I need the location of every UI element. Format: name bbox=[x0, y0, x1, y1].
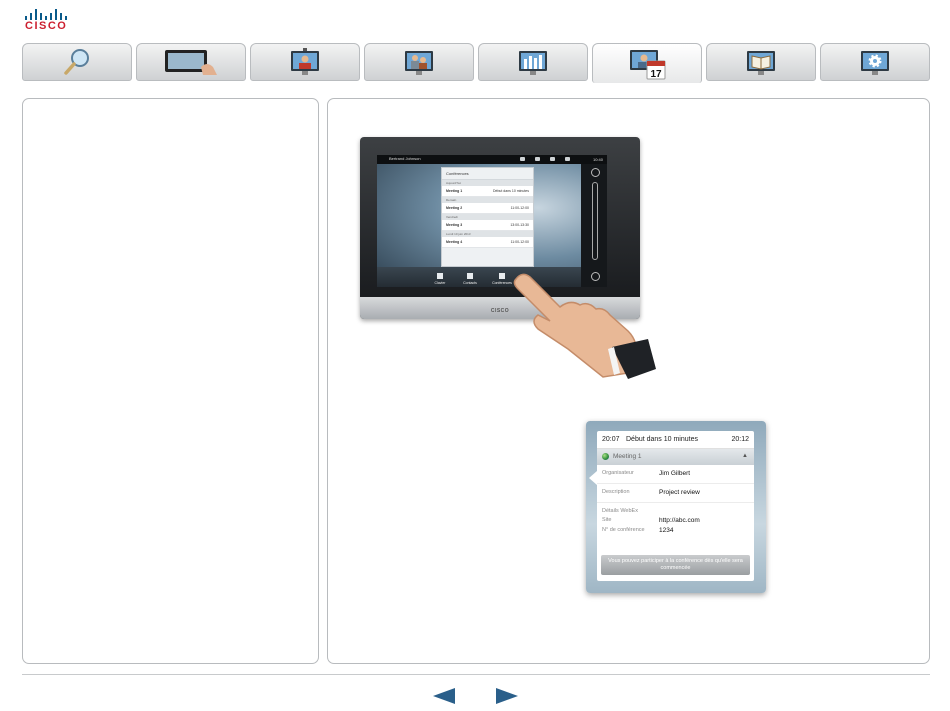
meeting-row[interactable]: Meeting 3 13:00-13:30 bbox=[442, 220, 533, 231]
popup-pointer bbox=[589, 471, 597, 485]
join-disabled-button[interactable]: Vous pouvez participer à la conférence d… bbox=[601, 555, 750, 575]
person-on-monitor-icon bbox=[291, 48, 319, 75]
settings-icon bbox=[565, 157, 570, 161]
collapse-caret-icon: ▲ bbox=[742, 453, 748, 459]
tab-settings[interactable] bbox=[820, 43, 930, 81]
next-page-arrow-icon[interactable] bbox=[496, 688, 518, 704]
device-screen: Bertrand Johnson 10:40 Conférences Aujou… bbox=[377, 155, 607, 287]
left-text-panel bbox=[22, 98, 319, 664]
gear-monitor-icon bbox=[861, 51, 889, 75]
webex-globe-icon bbox=[602, 453, 609, 460]
conference-list: Conférences Aujourd'hui Meeting 1 Début d… bbox=[441, 167, 534, 267]
meeting-status: Début dans 10 minutes bbox=[626, 436, 698, 443]
previous-page-arrow-icon[interactable] bbox=[433, 688, 455, 704]
conference-list-title: Conférences bbox=[442, 168, 533, 180]
organizer-field: Organisateur Jim Gilbert bbox=[597, 465, 754, 484]
tab-video-call[interactable] bbox=[250, 43, 360, 81]
logo-bars bbox=[25, 8, 69, 20]
mute-icon[interactable] bbox=[591, 168, 600, 177]
keypad-icon bbox=[437, 273, 443, 279]
two-persons-monitor-icon bbox=[405, 51, 433, 75]
selfview-icon bbox=[550, 157, 555, 161]
description-field: Description Project review bbox=[597, 484, 754, 503]
footer-divider bbox=[22, 674, 930, 675]
end-time: 20:12 bbox=[731, 436, 749, 443]
conference-number-field: N° de conférence 1234 bbox=[602, 527, 674, 534]
calendar-icon bbox=[499, 273, 505, 279]
meeting-title-row[interactable]: Meeting 1 ▲ bbox=[597, 449, 754, 465]
meeting-name: Meeting 1 bbox=[613, 453, 642, 460]
chapter-tabs: 17 bbox=[22, 43, 930, 83]
pointing-hand-icon bbox=[513, 273, 656, 379]
volume-slider[interactable] bbox=[592, 182, 598, 260]
meeting-row[interactable]: Meeting 4 11:00-12:00 bbox=[442, 237, 533, 248]
device-top-bar: Bertrand Johnson 10:40 bbox=[377, 155, 607, 164]
layout-icon bbox=[520, 157, 525, 161]
webex-section-label: Détails WebEx bbox=[602, 508, 638, 514]
illustration-panel: Bertrand Johnson 10:40 Conférences Aujou… bbox=[327, 98, 930, 664]
touch-screen-icon bbox=[165, 50, 217, 75]
camera-icon bbox=[535, 157, 540, 161]
person-icon bbox=[467, 273, 473, 279]
meeting-detail-popup: 20:07 Début dans 10 minutes 20:12 Meetin… bbox=[586, 421, 766, 593]
nav-keypad[interactable]: Clavier bbox=[425, 273, 455, 285]
device-clock: 10:40 bbox=[592, 157, 603, 162]
start-time: 20:07 bbox=[602, 436, 620, 443]
tab-presentation[interactable] bbox=[478, 43, 588, 81]
webex-site-field: Site http://abc.com bbox=[602, 517, 700, 524]
logo-text: CISCO bbox=[25, 20, 68, 32]
magnifier-icon bbox=[64, 49, 89, 75]
device-user-name: Bertrand Johnson bbox=[389, 156, 421, 161]
meeting-row[interactable]: Meeting 1 Début dans 10 minutes bbox=[442, 186, 533, 197]
book-monitor-icon bbox=[747, 51, 775, 75]
nav-contacts[interactable]: Contacts bbox=[455, 273, 485, 285]
meeting-row[interactable]: Meeting 2 11:00-12:00 bbox=[442, 203, 533, 214]
cisco-logo: CISCO bbox=[22, 6, 72, 36]
tab-contacts[interactable] bbox=[706, 43, 816, 81]
tab-scheduled-meetings[interactable]: 17 bbox=[592, 43, 702, 83]
calendar-day: 17 bbox=[650, 69, 662, 80]
tab-search[interactable] bbox=[22, 43, 132, 81]
calendar-monitor-icon: 17 bbox=[630, 49, 666, 80]
detail-time-header: 20:07 Début dans 10 minutes 20:12 bbox=[597, 431, 754, 449]
tab-multisite[interactable] bbox=[364, 43, 474, 81]
tab-touchpad[interactable] bbox=[136, 43, 246, 81]
chart-monitor-icon bbox=[519, 51, 547, 75]
